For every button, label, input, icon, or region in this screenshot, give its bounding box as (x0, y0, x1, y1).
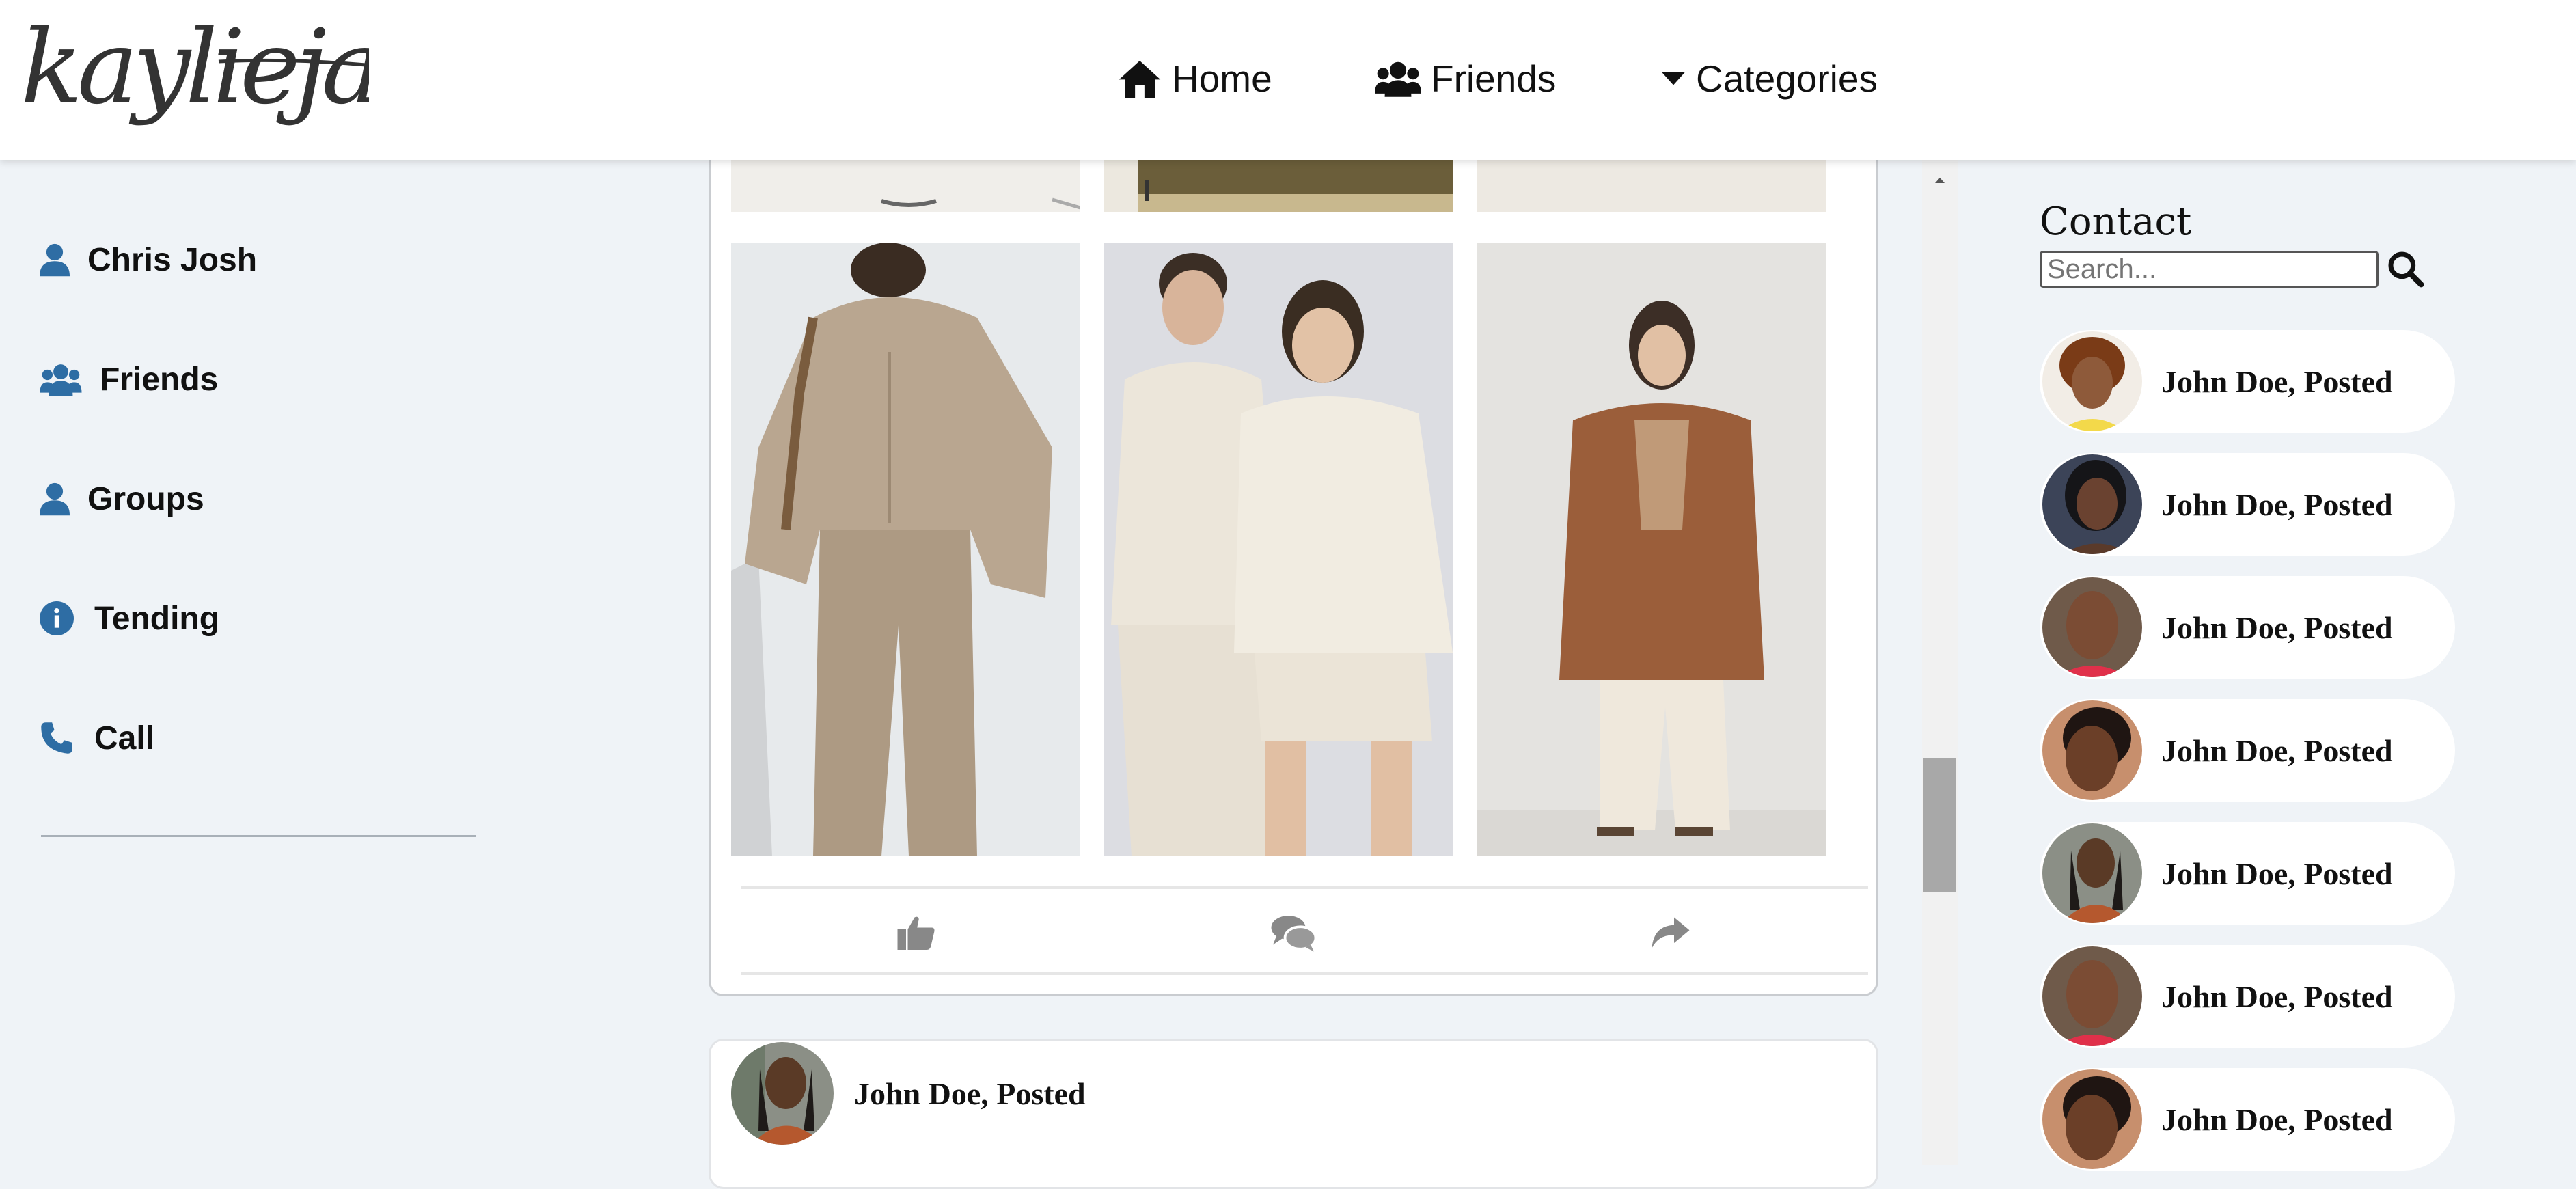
contact-name: John Doe, Posted (2161, 1102, 2393, 1137)
post-card: John Doe, Posted (709, 1039, 1878, 1189)
avatar (2042, 577, 2142, 677)
share-icon (1652, 917, 1690, 948)
contact-name: John Doe, Posted (2161, 487, 2393, 522)
sidebar-item-call[interactable]: Call (40, 714, 154, 762)
svg-text:kayliejay: kayliejay (20, 8, 369, 127)
share-button[interactable] (1647, 909, 1695, 957)
scroll-up-arrow[interactable] (1922, 164, 1958, 191)
thumbs-up-icon (897, 916, 935, 950)
post-author[interactable]: John Doe, Posted (854, 1076, 1086, 1112)
sidebar-item-label: Chris Josh (87, 241, 258, 278)
sidebar-divider (41, 835, 476, 837)
post-photo[interactable] (731, 243, 1080, 856)
avatar (2042, 700, 2142, 800)
contact-item[interactable]: John Doe, Posted (2040, 1068, 2455, 1171)
avatar (2042, 823, 2142, 923)
contact-item[interactable]: John Doe, Posted (2040, 453, 2455, 556)
nav-friends-label: Friends (1431, 57, 1557, 100)
sidebar-item-groups[interactable]: Groups (40, 475, 204, 523)
contact-item[interactable]: John Doe, Posted (2040, 330, 2455, 433)
post-header: John Doe, Posted (731, 1042, 1086, 1145)
avatar[interactable] (731, 1042, 834, 1145)
users-icon (1375, 62, 1421, 97)
avatar (2042, 946, 2142, 1046)
avatar (2042, 454, 2142, 554)
user-icon (40, 243, 87, 277)
contact-item[interactable]: John Doe, Posted (2040, 699, 2455, 802)
like-button[interactable] (892, 909, 940, 957)
post-photo[interactable] (1477, 160, 1826, 212)
nav-categories[interactable]: Categories (1660, 48, 1878, 109)
feed-scrollbar-track[interactable] (1922, 160, 1958, 1165)
contact-name: John Doe, Posted (2161, 364, 2393, 399)
contact-item[interactable]: John Doe, Posted (2040, 822, 2455, 925)
user-icon (40, 482, 87, 516)
contact-name: John Doe, Posted (2161, 610, 2393, 645)
avatar (2042, 331, 2142, 431)
nav-home[interactable]: Home (1117, 48, 1272, 109)
nav-friends[interactable]: Friends (1375, 48, 1556, 109)
contact-item[interactable]: John Doe, Posted (2040, 945, 2455, 1048)
logo-script-graphic: kayliejay (20, 8, 442, 127)
action-bar-divider (741, 972, 1868, 975)
comments-icon (1271, 916, 1317, 952)
post-photo[interactable] (1104, 160, 1453, 212)
contact-name: John Doe, Posted (2161, 733, 2393, 768)
users-icon (40, 363, 100, 396)
site-logo[interactable]: kayliejay (14, 0, 442, 164)
home-icon (1119, 60, 1161, 98)
info-icon (40, 601, 94, 636)
contact-item[interactable]: John Doe, Posted (2040, 576, 2455, 679)
sidebar-item-label: Tending (94, 600, 220, 637)
contact-search-input[interactable] (2040, 251, 2379, 288)
top-navbar: kayliejay Home Friends Categories (0, 0, 2576, 160)
avatar (2042, 1069, 2142, 1169)
sidebar-item-tending[interactable]: Tending (40, 594, 219, 642)
action-bar-divider (741, 886, 1868, 889)
feed-scrollbar-thumb[interactable] (1923, 758, 1956, 892)
search-button[interactable] (2386, 249, 2424, 288)
nav-home-label: Home (1172, 57, 1272, 100)
contact-title: Contact (2040, 200, 2192, 244)
sidebar-item-label: Friends (100, 361, 219, 398)
contact-name: John Doe, Posted (2161, 856, 2393, 891)
search-icon (2388, 251, 2424, 288)
sidebar-item-profile[interactable]: Chris Josh (40, 236, 257, 284)
sidebar-item-label: Call (94, 720, 155, 756)
post-photo[interactable] (1477, 243, 1826, 856)
phone-icon (40, 721, 94, 755)
sidebar-item-friends[interactable]: Friends (40, 355, 218, 403)
comment-button[interactable] (1270, 909, 1317, 957)
contact-name: John Doe, Posted (2161, 979, 2393, 1014)
caret-down-icon (1661, 72, 1686, 85)
post-photo[interactable] (1104, 243, 1453, 856)
sidebar-item-label: Groups (87, 480, 204, 517)
nav-categories-label: Categories (1696, 57, 1878, 100)
post-photo[interactable] (731, 160, 1080, 212)
